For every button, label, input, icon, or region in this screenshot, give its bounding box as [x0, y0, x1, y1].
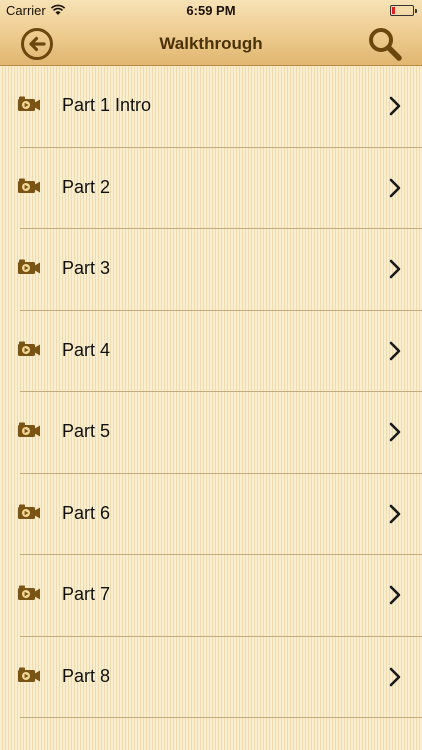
- list-item-label: Part 3: [62, 258, 111, 278]
- list-item[interactable]: Part 5: [0, 392, 422, 474]
- list-item-label: Part 6: [62, 502, 111, 523]
- video-camera-icon: [18, 504, 40, 519]
- video-camera-icon: [18, 259, 40, 274]
- video-camera-icon: [18, 341, 40, 356]
- search-icon: [369, 28, 402, 61]
- list-item-label: Part 2: [62, 176, 111, 197]
- list-item[interactable]: Part 1 Intro: [0, 66, 422, 148]
- list-item[interactable]: Part 4: [0, 311, 422, 392]
- list-item[interactable]: Part 7: [0, 555, 422, 637]
- status-time: 6:59 PM: [186, 3, 236, 18]
- list-item[interactable]: Part 8: [0, 637, 422, 718]
- chevron-right-icon: [389, 585, 401, 605]
- chevron-right-icon: [389, 422, 401, 442]
- video-camera-icon: [18, 96, 40, 111]
- chevron-right-icon: [389, 178, 401, 197]
- chevron-right-icon: [389, 504, 401, 523]
- video-camera-icon: [18, 667, 40, 682]
- chevron-right-icon: [389, 259, 401, 279]
- search-button[interactable]: [366, 25, 404, 63]
- status-bar: Carrier 6:59 PM: [0, 0, 422, 22]
- list-item-label: Part 5: [62, 421, 111, 441]
- list-item-label: Part 7: [62, 584, 111, 604]
- nav-bar: Walkthrough: [0, 22, 422, 66]
- video-camera-icon: [18, 422, 40, 437]
- header: Carrier 6:59 PM Walkthrough: [0, 0, 422, 66]
- video-camera-icon: [18, 585, 40, 600]
- battery-icon: [390, 5, 417, 16]
- list-item[interactable]: Part 2: [0, 148, 422, 229]
- chevron-right-icon: [389, 96, 401, 116]
- chevron-right-icon: [389, 667, 401, 686]
- page-title: Walkthrough: [159, 34, 263, 53]
- walkthrough-list: Part 1 Intro Part 2 Part 3 Part 4 Part 5 Part…: [0, 66, 422, 718]
- list-item-label: Part 4: [62, 339, 111, 360]
- list-item[interactable]: Part 3: [0, 229, 422, 311]
- list-item-label: Part 1 Intro: [62, 95, 152, 115]
- video-camera-icon: [18, 178, 40, 193]
- chevron-right-icon: [389, 341, 401, 360]
- list-item-label: Part 8: [62, 665, 111, 686]
- row-divider: [20, 717, 422, 718]
- list-item[interactable]: Part 6: [0, 474, 422, 555]
